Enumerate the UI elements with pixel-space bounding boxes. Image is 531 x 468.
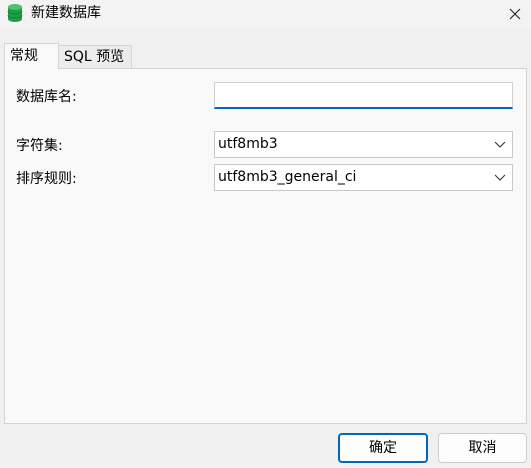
database-icon bbox=[6, 3, 24, 23]
window-title: 新建数据库 bbox=[31, 5, 101, 21]
chevron-down-icon bbox=[494, 141, 506, 148]
charset-value: utf8mb3 bbox=[218, 136, 278, 152]
collation-value: utf8mb3_general_ci bbox=[218, 169, 357, 185]
close-icon bbox=[509, 8, 521, 20]
collation-label: 排序规则: bbox=[16, 171, 77, 187]
db-name-label: 数据库名: bbox=[16, 89, 77, 105]
chevron-down-icon bbox=[494, 174, 506, 181]
close-button[interactable] bbox=[499, 0, 531, 28]
tab-general[interactable]: 常规 bbox=[4, 43, 59, 69]
title-bar: 新建数据库 bbox=[0, 0, 531, 28]
collation-select[interactable]: utf8mb3_general_ci bbox=[214, 164, 513, 191]
cancel-button[interactable]: 取消 bbox=[438, 433, 527, 463]
tab-sql-preview[interactable]: SQL 预览 bbox=[59, 45, 132, 69]
general-panel bbox=[4, 68, 527, 424]
charset-select[interactable]: utf8mb3 bbox=[214, 131, 513, 158]
ok-button[interactable]: 确定 bbox=[338, 433, 428, 463]
charset-label: 字符集: bbox=[16, 138, 63, 154]
db-name-input[interactable] bbox=[214, 82, 513, 109]
